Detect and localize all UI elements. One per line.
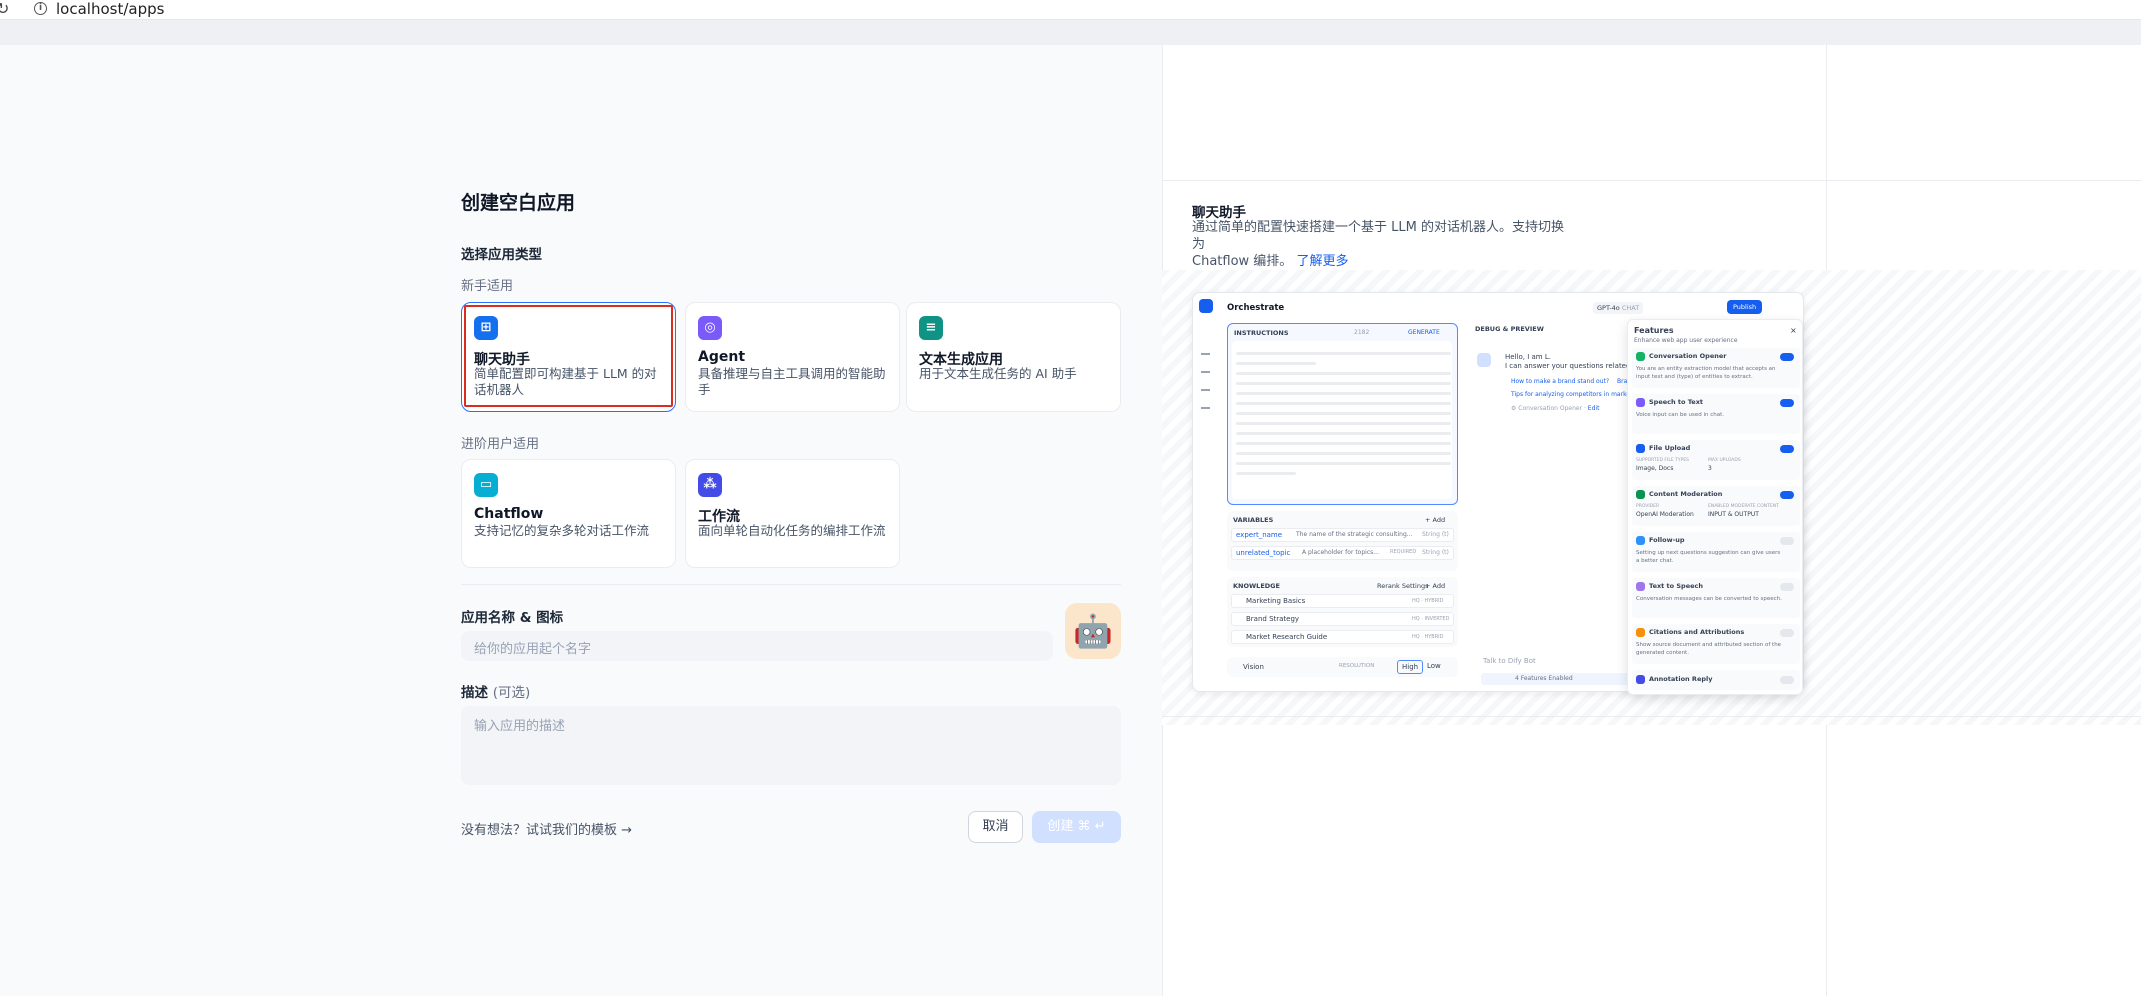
divider — [461, 584, 1121, 585]
card-desc: 支持记忆的复杂多轮对话工作流 — [474, 523, 650, 538]
card-desc: 具备推理与自主工具调用的智能助手 — [698, 366, 886, 397]
app-desc-textarea[interactable]: 输入应用的描述 — [461, 706, 1121, 785]
card-name: Agent — [698, 349, 746, 365]
preview-desc: 通过简单的配置快速搭建一个基于 LLM 的对话机器人。支持切换为 Chatflo… — [1192, 220, 1564, 269]
agent-icon: ◎ — [698, 316, 722, 340]
feature-item: Citations and Attributions Show source d… — [1632, 624, 1800, 664]
try-template-link[interactable]: 没有想法？试试我们的模板 → — [461, 819, 632, 838]
features-panel: Features × Enhance web app user experien… — [1627, 319, 1803, 695]
variables-section: VARIABLES + Add expert_name The name of … — [1227, 511, 1458, 571]
card-desc: 简单配置即可构建基于 LLM 的对话机器人 — [474, 366, 657, 397]
feature-item: Speech to Text Voice input can be used i… — [1632, 394, 1800, 434]
name-label: 应用名称 & 图标 — [461, 610, 564, 626]
preview-screenshot: Orchestrate GPT-4o CHAT Publish INSTRUCT… — [1192, 292, 1804, 695]
card-desc: 用于文本生成任务的 AI 助手 — [919, 366, 1077, 381]
app-type-card-chatflow[interactable]: ▭ Chatflow 支持记忆的复杂多轮对话工作流 — [461, 459, 676, 568]
grid-line — [1162, 716, 2141, 717]
feature-item: Conversation Opener You are an entity ex… — [1632, 348, 1800, 388]
app-type-card-chatbot[interactable]: ⊞ 聊天助手 简单配置即可构建基于 LLM 的对话机器人 — [461, 302, 676, 412]
app-icon-picker[interactable]: 🤖 — [1065, 603, 1121, 659]
app-logo-icon — [1199, 299, 1213, 313]
vision-row: Vision RESOLUTION High Low — [1227, 657, 1458, 677]
address-bar[interactable]: localhost/apps — [56, 0, 164, 18]
opener-note: ⚙ Conversation Opener · Edit — [1511, 405, 1600, 412]
page-title: 创建空白应用 — [461, 192, 576, 214]
cancel-button[interactable]: 取消 — [968, 811, 1023, 843]
card-desc: 面向单轮自动化任务的编排工作流 — [698, 523, 886, 538]
site-info-icon[interactable]: i — [34, 2, 47, 15]
text-generator-icon: ≡ — [919, 316, 943, 340]
app-type-heading: 选择应用类型 — [461, 247, 542, 263]
create-button[interactable]: 创建 ⌘ ↵ — [1032, 811, 1121, 843]
instructions-box: INSTRUCTIONS 2182 GENERATE — [1227, 323, 1458, 505]
preview-title: 聊天助手 — [1192, 205, 1246, 221]
close-icon: × — [1790, 326, 1797, 335]
feature-item: Text to Speech Conversation messages can… — [1632, 578, 1800, 618]
grid-line — [1162, 180, 2141, 181]
app-type-card-agent[interactable]: ◎ Agent 具备推理与自主工具调用的智能助手 — [685, 302, 900, 412]
card-name: Chatflow — [474, 506, 544, 522]
bot-avatar — [1477, 353, 1491, 367]
feature-item: File Upload SUPPORTED FILE TYPES MAX UPL… — [1632, 440, 1800, 480]
app-type-card-workflow[interactable]: ⁂ 工作流 面向单轮自动化任务的编排工作流 — [685, 459, 900, 568]
browser-bar: ↻ i localhost/apps — [0, 0, 2141, 20]
chatflow-icon: ▭ — [474, 473, 498, 497]
chat-bot-icon: ⊞ — [474, 316, 498, 340]
nav-icons — [1201, 353, 1210, 423]
workflow-icon: ⁂ — [698, 473, 722, 497]
advanced-label: 进阶用户适用 — [461, 437, 540, 452]
top-band — [0, 20, 2141, 45]
app-type-card-text-generator[interactable]: ≡ 文本生成应用 用于文本生成任务的 AI 助手 — [906, 302, 1121, 412]
feature-item: Follow-up Setting up next questions sugg… — [1632, 532, 1800, 572]
features-enabled-bar: 4 Features Enabled — [1481, 673, 1631, 685]
model-selector: GPT-4o CHAT — [1593, 302, 1644, 314]
robot-icon: 🤖 — [1073, 612, 1113, 650]
publish-button: Publish — [1727, 300, 1763, 314]
knowledge-section: KNOWLEDGE Rerank Settings + Add Marketin… — [1227, 577, 1458, 647]
feature-item: Annotation Reply — [1632, 670, 1800, 690]
feature-item: Content Moderation PROVIDER ENABLED MODE… — [1632, 486, 1800, 526]
desc-label: 描述 (可选) — [461, 685, 531, 701]
learn-more-link[interactable]: 了解更多 — [1296, 254, 1348, 269]
beginner-label: 新手适用 — [461, 279, 514, 294]
reload-icon[interactable]: ↻ — [0, 0, 9, 18]
app-name-input[interactable]: 给你的应用起个名字 — [461, 631, 1053, 661]
